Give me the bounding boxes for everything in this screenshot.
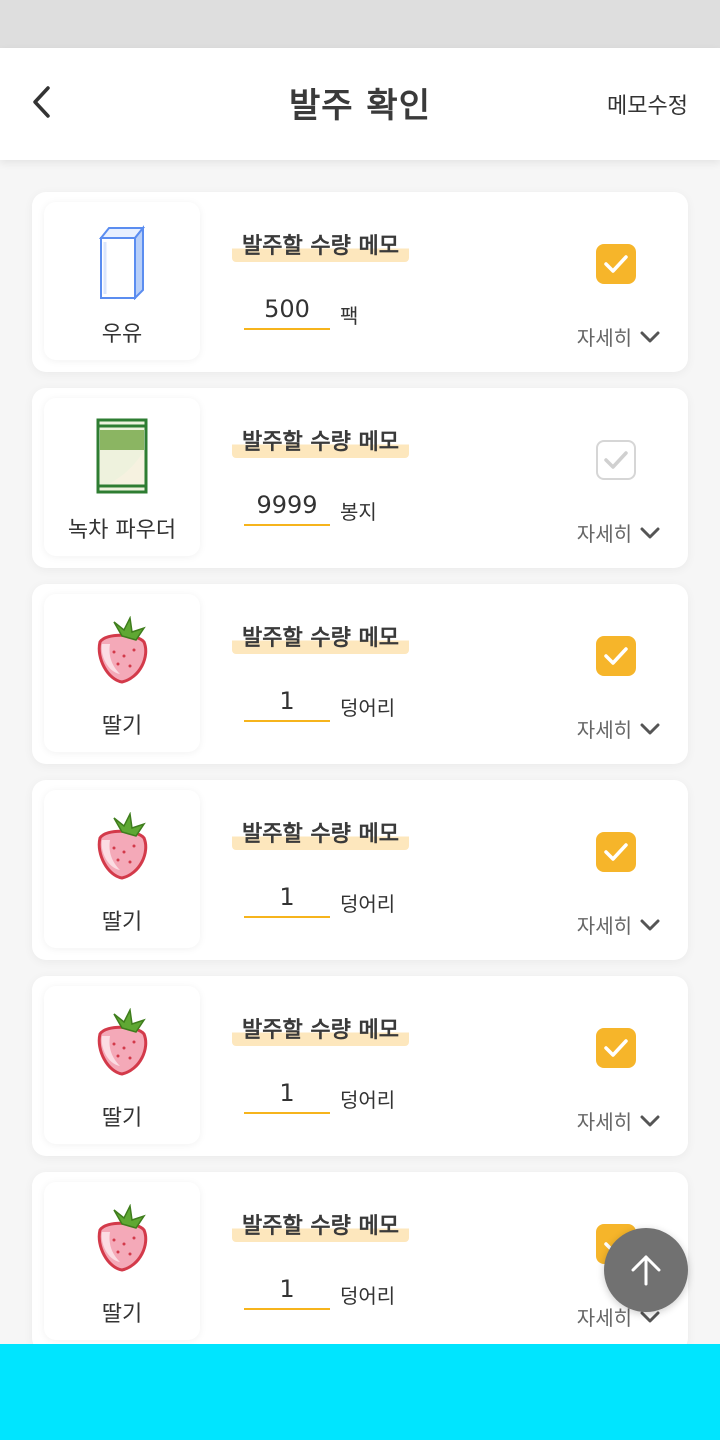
header: 발주 확인 메모수정 xyxy=(0,48,720,160)
order-item-card: 딸기 발주할 수량 메모 덩어리 자세히 xyxy=(32,1172,688,1344)
chevron-down-icon xyxy=(640,1311,660,1322)
detail-toggle[interactable]: 자세히 xyxy=(577,910,660,939)
unit-label: 덩어리 xyxy=(340,1284,396,1308)
strawberry-icon xyxy=(97,1204,148,1272)
item-name: 우유 xyxy=(101,322,143,347)
chevron-down-icon xyxy=(640,723,660,734)
quantity-input[interactable] xyxy=(244,1270,330,1310)
memo-label: 발주할 수량 메모 xyxy=(232,1016,409,1046)
bottom-bar xyxy=(0,1344,720,1440)
memo-label: 발주할 수량 메모 xyxy=(232,428,409,458)
chevron-down-icon xyxy=(640,1115,660,1126)
detail-toggle[interactable]: 자세히 xyxy=(577,714,660,743)
detail-label: 자세히 xyxy=(576,1110,632,1134)
order-list: 우유 발주할 수량 메모 팩 자세히 녹차 파우더 xyxy=(0,160,720,1344)
unit-label: 덩어리 xyxy=(340,1088,396,1112)
item-thumbnail: 우유 xyxy=(44,202,200,360)
quantity-input[interactable] xyxy=(244,682,330,722)
item-thumbnail: 녹차 파우더 xyxy=(44,398,200,556)
order-item-card: 딸기 발주할 수량 메모 덩어리 자세히 xyxy=(32,584,688,764)
order-checkbox[interactable] xyxy=(596,1028,636,1068)
detail-label: 자세히 xyxy=(576,326,632,350)
detail-toggle[interactable]: 자세히 xyxy=(577,322,660,351)
detail-label: 자세히 xyxy=(576,914,632,938)
order-checkbox[interactable] xyxy=(596,636,636,676)
check-icon xyxy=(604,255,628,273)
milk-carton-icon xyxy=(98,225,146,300)
order-item-card: 딸기 발주할 수량 메모 덩어리 자세히 xyxy=(32,780,688,960)
unit-label: 덩어리 xyxy=(340,696,396,720)
detail-toggle[interactable]: 자세히 xyxy=(577,1106,660,1135)
strawberry-icon xyxy=(97,1008,148,1076)
memo-label: 발주할 수량 메모 xyxy=(232,624,409,654)
item-name: 딸기 xyxy=(101,714,143,739)
quantity-input[interactable] xyxy=(244,1074,330,1114)
order-checkbox[interactable] xyxy=(596,244,636,284)
order-item-card: 딸기 발주할 수량 메모 덩어리 자세히 xyxy=(32,976,688,1156)
unit-label: 봉지 xyxy=(340,500,377,524)
unit-label: 덩어리 xyxy=(340,892,396,916)
item-thumbnail: 딸기 xyxy=(44,1182,200,1340)
chevron-down-icon xyxy=(640,527,660,538)
check-icon xyxy=(604,451,628,469)
strawberry-icon xyxy=(97,616,148,684)
detail-toggle[interactable]: 자세히 xyxy=(577,518,660,547)
memo-label: 발주할 수량 메모 xyxy=(232,1212,409,1242)
memo-label: 발주할 수량 메모 xyxy=(232,232,409,262)
chevron-down-icon xyxy=(640,919,660,930)
order-checkbox[interactable] xyxy=(596,832,636,872)
item-name: 딸기 xyxy=(101,910,143,935)
detail-label: 자세히 xyxy=(576,718,632,742)
memo-edit-button[interactable]: 메모수정 xyxy=(607,88,688,120)
item-name: 녹차 파우더 xyxy=(67,518,177,543)
item-thumbnail: 딸기 xyxy=(44,790,200,948)
check-icon xyxy=(604,843,628,861)
item-thumbnail: 딸기 xyxy=(44,594,200,752)
arrow-up-icon xyxy=(631,1255,661,1286)
order-checkbox[interactable] xyxy=(596,440,636,480)
check-icon xyxy=(604,647,628,665)
item-thumbnail: 딸기 xyxy=(44,986,200,1144)
unit-label: 팩 xyxy=(340,304,359,328)
green-tea-powder-icon xyxy=(96,418,148,494)
scroll-to-top-button[interactable] xyxy=(604,1228,688,1312)
quantity-input[interactable] xyxy=(244,290,330,330)
order-item-card: 녹차 파우더 발주할 수량 메모 봉지 자세히 xyxy=(32,388,688,568)
quantity-input[interactable] xyxy=(244,878,330,918)
detail-label: 자세히 xyxy=(576,1306,632,1330)
order-item-card: 우유 발주할 수량 메모 팩 자세히 xyxy=(32,192,688,372)
detail-label: 자세히 xyxy=(576,522,632,546)
item-name: 딸기 xyxy=(101,1106,143,1131)
strawberry-icon xyxy=(97,812,148,880)
check-icon xyxy=(604,1039,628,1057)
status-bar xyxy=(0,0,720,48)
chevron-down-icon xyxy=(640,331,660,342)
item-name: 딸기 xyxy=(101,1302,143,1327)
memo-label: 발주할 수량 메모 xyxy=(232,820,409,850)
quantity-input[interactable] xyxy=(244,486,330,526)
